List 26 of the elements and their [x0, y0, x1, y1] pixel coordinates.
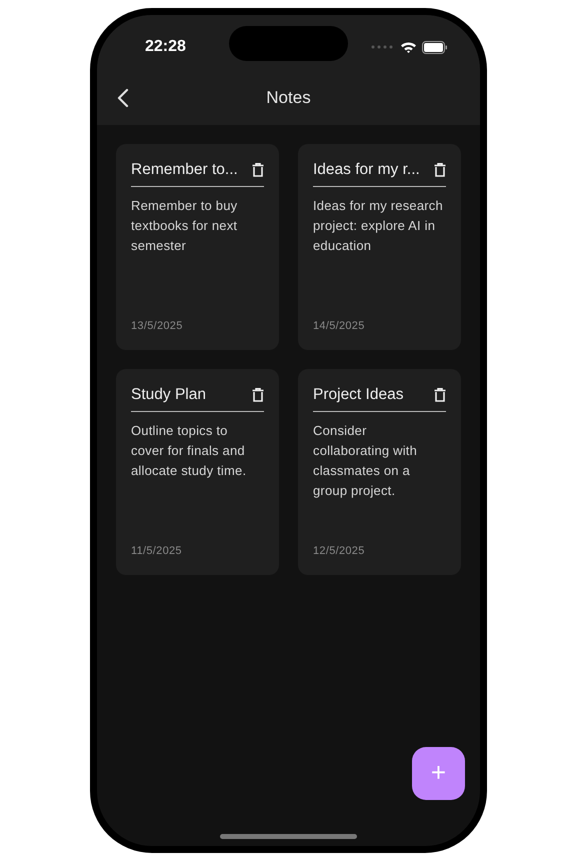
trash-icon[interactable] [252, 163, 264, 177]
note-text: Outline topics to cover for finals and allocate study time. [131, 422, 248, 480]
note-text: Consider collaborating with classmates on a group project. [313, 422, 418, 500]
status-time: 22:28 [145, 38, 186, 56]
wifi-icon [400, 41, 417, 53]
trash-icon[interactable] [252, 388, 264, 402]
signal-icon [371, 45, 393, 49]
trash-icon[interactable] [434, 163, 446, 177]
note-title: Project Ideas [313, 386, 404, 404]
back-button[interactable] [117, 88, 129, 108]
note-date: 12/5/2025 [313, 545, 366, 557]
note-text: Ideas for my research project: explore AI in education [313, 197, 444, 255]
note-card[interactable]: Remember to... Remember to buy textbooks for next semester 13/5/2025 [116, 144, 279, 350]
note-text: Remember to buy textbooks for next semester [131, 197, 238, 255]
screen-title: Notes [266, 88, 311, 108]
note-title: Ideas for my r... [313, 161, 420, 179]
battery-icon [422, 40, 448, 54]
note-title: Remember to... [131, 161, 238, 179]
note-date: 13/5/2025 [131, 320, 184, 332]
trash-icon[interactable] [434, 388, 446, 402]
note-title: Study Plan [131, 386, 206, 404]
note-card[interactable]: Ideas for my r... Ideas for my research project: explore AI in education 14/5/2025 [298, 144, 461, 350]
note-card[interactable]: Project Ideas Consider collaborating with classmates on a group project. 12/5/2025 [298, 369, 461, 575]
note-date: 14/5/2025 [313, 320, 366, 332]
note-card[interactable]: Study Plan Outline topics to cover for finals and allocate study time. 11/5/2025 [116, 369, 279, 575]
note-date: 11/5/2025 [131, 545, 183, 557]
